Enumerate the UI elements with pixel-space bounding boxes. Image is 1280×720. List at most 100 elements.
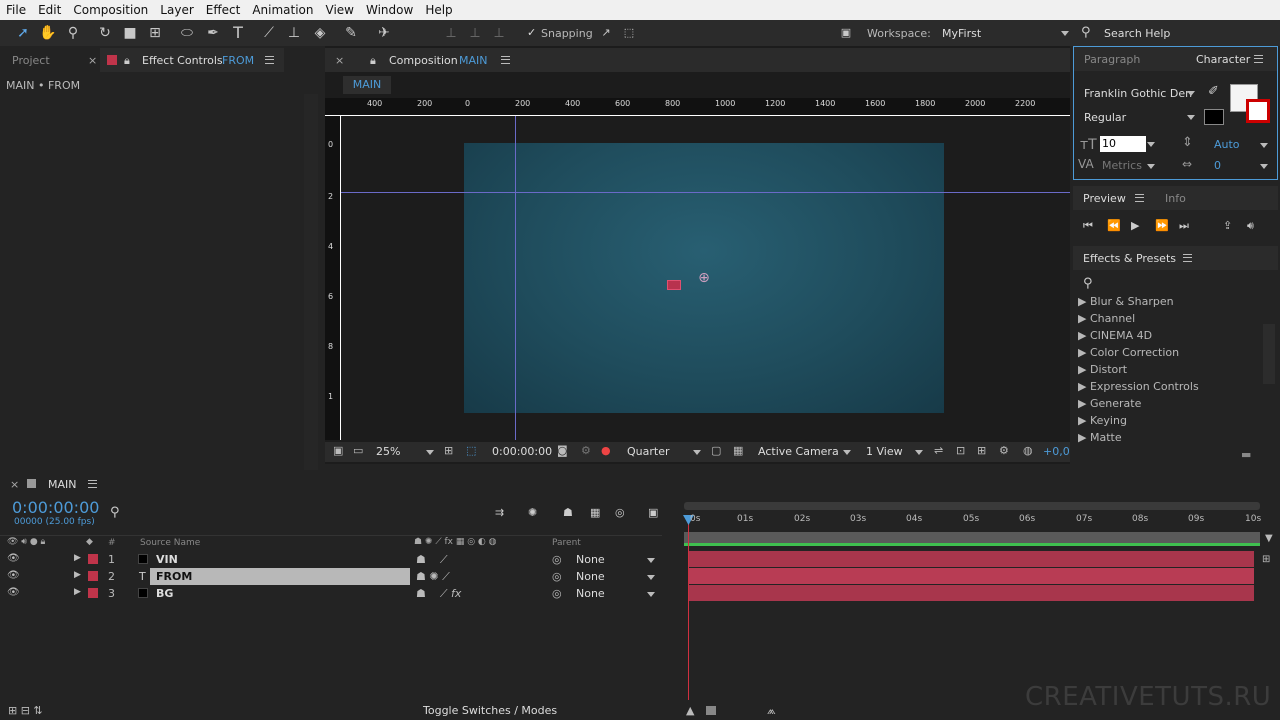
hand-tool-icon[interactable]: ✋ — [39, 24, 57, 42]
panel-menu-icon[interactable] — [1135, 194, 1144, 202]
flowchart-icon[interactable]: ⚙ — [999, 444, 1009, 457]
first-frame-icon[interactable]: ⏮ — [1083, 219, 1093, 233]
close-tab-icon[interactable]: × — [335, 54, 344, 67]
expand-arrow-icon[interactable]: ▶ — [74, 587, 81, 597]
puppet-pin-tool-icon[interactable]: ✈ — [375, 24, 393, 42]
close-tab-icon[interactable]: × — [10, 478, 19, 491]
menu-animation[interactable]: Animation — [246, 3, 319, 17]
shy-switch-icon[interactable]: ☗ ⟋ — [416, 553, 448, 567]
effect-category[interactable]: ▶ CINEMA 4D — [1078, 329, 1152, 342]
expand-arrow-icon[interactable]: ▶ — [74, 570, 81, 580]
snap-edges-icon[interactable]: ↗ — [597, 24, 615, 42]
always-preview-icon[interactable]: ▣ — [333, 444, 343, 457]
layer-name[interactable]: FROM — [156, 570, 192, 583]
effect-category[interactable]: ▶ Matte — [1078, 431, 1122, 444]
menu-file[interactable]: File — [0, 3, 32, 17]
menu-edit[interactable]: Edit — [32, 3, 67, 17]
tab-project[interactable]: Project — [0, 48, 100, 72]
draft-3d-icon[interactable]: ✺ — [528, 506, 537, 519]
parent-dropdown-icon[interactable] — [647, 592, 655, 597]
roto-brush-tool-icon[interactable]: ✎ — [342, 24, 360, 42]
layer-bar[interactable] — [688, 551, 1254, 567]
kerning-value[interactable]: Metrics — [1102, 159, 1142, 172]
current-timecode[interactable]: 0:00:00:00 — [12, 498, 99, 517]
tab-info[interactable]: Info — [1165, 192, 1186, 205]
new-folder-icon[interactable]: ▬ — [1241, 448, 1251, 461]
scrollbar[interactable] — [304, 94, 318, 494]
kerning-dropdown-icon[interactable] — [1147, 164, 1155, 169]
panel-menu-icon[interactable] — [1183, 254, 1192, 262]
menu-view[interactable]: View — [320, 3, 360, 17]
loop-icon[interactable]: ⇪ — [1223, 219, 1232, 232]
menu-help[interactable]: Help — [419, 3, 458, 17]
shy-switch-icon[interactable]: ☗ ✺ ⟋ — [416, 570, 450, 584]
panel-menu-icon[interactable] — [265, 56, 274, 64]
graph-editor-icon[interactable]: ▣ — [648, 506, 658, 519]
search-help-input[interactable]: Search Help — [1104, 27, 1170, 40]
timeline-icon[interactable]: ⊞ — [977, 444, 986, 457]
eyedropper-icon[interactable]: ✐ — [1208, 84, 1219, 99]
timeline-tab[interactable]: MAIN — [48, 478, 77, 491]
label-color[interactable] — [88, 571, 98, 581]
anchor-point-icon[interactable]: ⊕ — [696, 270, 712, 286]
magnification-dropdown-icon[interactable] — [426, 450, 434, 455]
close-tab-icon[interactable]: × — [88, 54, 97, 67]
view-layout-dropdown-icon[interactable] — [915, 450, 923, 455]
snap-features-icon[interactable]: ⬚ — [620, 24, 638, 42]
type-tool-icon[interactable]: T — [229, 24, 247, 42]
tracking-dropdown-icon[interactable] — [1260, 164, 1268, 169]
font-family-dropdown-icon[interactable] — [1187, 91, 1195, 96]
next-frame-icon[interactable]: ⏩ — [1155, 219, 1169, 232]
zoom-in-icon[interactable]: ⩕ — [767, 704, 776, 718]
parent-select[interactable]: None — [576, 570, 605, 583]
exposure-value[interactable]: +0,0 — [1043, 445, 1070, 458]
current-time-indicator[interactable] — [688, 518, 689, 700]
shy-switch-icon[interactable]: ☗ ⟋ fx — [416, 587, 461, 601]
layer-bar[interactable] — [688, 585, 1254, 601]
magnification-select[interactable]: 25% — [376, 445, 400, 458]
label-color[interactable] — [88, 554, 98, 564]
snapping-checkbox-icon[interactable]: ✓ — [527, 26, 536, 39]
pan-behind-tool-icon[interactable]: ⊞ — [146, 24, 164, 42]
layer-row[interactable]: 👁︎ ▶ 3 BG ☗ ⟋ fx ◎ None — [0, 585, 662, 602]
vertical-guide[interactable] — [515, 116, 516, 440]
scrollbar[interactable] — [1263, 324, 1275, 384]
horizontal-guide[interactable] — [341, 192, 1070, 193]
panel-menu-icon[interactable] — [88, 480, 97, 488]
mask-visibility-icon[interactable]: ⬚ — [466, 444, 476, 457]
expand-layers-icon[interactable]: ⊞ ⊟ ⇅ — [8, 704, 43, 717]
expand-arrow-icon[interactable]: ▶ — [74, 553, 81, 563]
pen-tool-icon[interactable]: ✒ — [204, 24, 222, 42]
stroke-color-swatch[interactable] — [1246, 99, 1270, 123]
clone-stamp-tool-icon[interactable]: ⊥ — [285, 24, 303, 42]
font-family-select[interactable]: Franklin Gothic Den — [1084, 87, 1192, 100]
effect-category[interactable]: ▶ Expression Controls — [1078, 380, 1199, 393]
rotation-tool-icon[interactable]: ↻ — [96, 24, 114, 42]
layer-row[interactable]: 👁︎ ▶ 1 VIN ☗ ⟋ ◎ None — [0, 551, 662, 568]
font-size-input[interactable]: 10 — [1100, 136, 1146, 152]
effect-category[interactable]: ▶ Keying — [1078, 414, 1127, 427]
panel-menu-icon[interactable] — [501, 56, 510, 64]
text-layer-bounds[interactable] — [667, 280, 681, 290]
eye-icon[interactable]: 👁︎ — [7, 587, 20, 598]
play-icon[interactable]: ▶ — [1131, 219, 1139, 232]
comp-mini-flowchart-icon[interactable]: ⇉ — [495, 506, 504, 519]
tracking-value[interactable]: 0 — [1214, 159, 1221, 172]
resolution-select[interactable]: Quarter — [627, 445, 670, 458]
transparency-grid-icon[interactable]: ▦ — [733, 444, 743, 457]
axis-local-icon[interactable]: ⟂ — [442, 24, 460, 42]
comp-marker-bin-icon[interactable]: ▼ — [1265, 533, 1273, 544]
leading-value[interactable]: Auto — [1214, 138, 1240, 151]
composition-name[interactable]: MAIN — [459, 54, 488, 67]
font-size-dropdown-icon[interactable] — [1147, 142, 1155, 147]
eye-icon[interactable]: 👁︎ — [7, 570, 20, 581]
composition-label[interactable]: Composition — [389, 54, 458, 67]
column-source-name[interactable]: Source Name — [140, 538, 200, 548]
tab-effect-controls[interactable]: 🔒︎ Effect Controls FROM — [100, 48, 284, 72]
eye-icon[interactable]: 👁︎ — [7, 553, 20, 564]
column-parent[interactable]: Parent — [552, 538, 581, 548]
font-style-select[interactable]: Regular — [1084, 111, 1126, 124]
camera-tool-icon[interactable]: ■ — [121, 24, 139, 42]
pick-whip-icon[interactable]: ◎ — [552, 553, 562, 566]
layer-name[interactable]: VIN — [156, 553, 178, 566]
